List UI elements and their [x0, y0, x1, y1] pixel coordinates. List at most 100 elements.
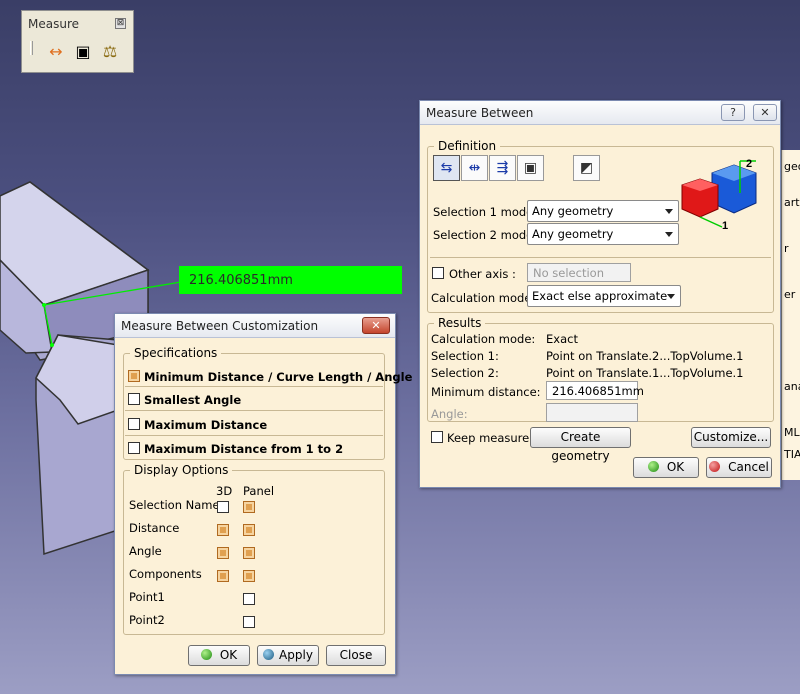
measurement-label: 216.406851mm: [179, 266, 402, 294]
toolbar-title: Measure: [28, 17, 79, 31]
option-label-angle: Angle: [129, 544, 162, 558]
cube-label-1: 1: [722, 220, 728, 232]
specifications-legend: Specifications: [134, 346, 218, 360]
measure-point-2: [50, 343, 54, 347]
ok-icon: [647, 461, 659, 472]
customization-close-button[interactable]: ✕: [362, 317, 390, 334]
option-label-selection-name: Selection Name: [129, 498, 220, 512]
measure-inertia-icon[interactable]: ⚖: [98, 40, 122, 64]
measure-point-1: [42, 303, 46, 307]
bg-fragment-7: TIA: [784, 448, 800, 461]
bg-fragment-5: ana: [784, 380, 800, 393]
other-axis-field[interactable]: No selection: [527, 263, 631, 282]
apply-icon: [263, 649, 275, 660]
spec-checkbox-max-distance-1-2[interactable]: [128, 442, 140, 454]
selection1-mode-select[interactable]: Any geometry: [527, 200, 679, 222]
min-distance-field[interactable]: 216.406851mm: [546, 381, 644, 400]
dialog-title: Measure Between: [426, 106, 534, 120]
angle-label: Angle:: [431, 407, 468, 421]
cube-label-2: 2: [746, 158, 752, 170]
option-panel-distance[interactable]: [243, 524, 255, 536]
option-label-distance: Distance: [129, 521, 180, 535]
option-3d-selection-name[interactable]: [217, 501, 229, 513]
option-panel-point2[interactable]: [243, 616, 255, 628]
spec-label-max-distance-1-2: Maximum Distance from 1 to 2: [144, 442, 344, 456]
chevron-down-icon: [665, 232, 673, 237]
measure-thickness-mode-icon[interactable]: ◩: [573, 155, 600, 181]
background-panel: geo art r er ana ML TIA: [781, 150, 800, 480]
ok-label: OK: [666, 460, 685, 474]
toolbar-grip[interactable]: [30, 41, 33, 55]
definition-legend: Definition: [438, 139, 497, 153]
selection1-mode-label: Selection 1 mode:: [433, 205, 538, 219]
min-distance-label: Minimum distance:: [431, 385, 541, 399]
selection2-mode-value: Any geometry: [532, 227, 614, 241]
chevron-down-icon: [665, 209, 673, 214]
result-sel2-label: Selection 2:: [431, 366, 499, 380]
option-3d-distance[interactable]: [217, 524, 229, 536]
spec-checkbox-smallest-angle[interactable]: [128, 393, 140, 405]
selection1-mode-value: Any geometry: [532, 204, 614, 218]
result-calc-mode-value: Exact: [546, 332, 578, 346]
chevron-down-icon: [667, 294, 675, 299]
other-axis-checkbox[interactable]: [432, 267, 444, 279]
spec-label-smallest-angle: Smallest Angle: [144, 393, 242, 407]
divider: [125, 435, 383, 436]
col-3d-header: 3D: [216, 484, 233, 498]
customization-titlebar[interactable]: Measure Between Customization ✕: [115, 314, 395, 338]
measure-between-dialog: Measure Between ? ✕ Definition ⇆ ⇹ ⇶ ▣ ◩…: [419, 100, 781, 488]
measure-fan-mode-icon[interactable]: ⇶: [489, 155, 516, 181]
help-button[interactable]: ?: [721, 104, 745, 121]
option-3d-angle[interactable]: [217, 547, 229, 559]
selection2-mode-select[interactable]: Any geometry: [527, 223, 679, 245]
apply-button[interactable]: Apply: [257, 645, 319, 666]
toolbar-close-icon[interactable]: ⊠: [115, 18, 126, 29]
option-panel-components[interactable]: [243, 570, 255, 582]
result-sel1-value: Point on Translate.2...TopVolume.1: [546, 349, 744, 363]
bg-fragment-3: r: [784, 242, 789, 255]
calc-mode-label: Calculation mode:: [431, 291, 536, 305]
spec-checkbox-max-distance[interactable]: [128, 418, 140, 430]
bg-fragment-1: geo: [784, 160, 800, 173]
cancel-button[interactable]: Cancel: [706, 457, 772, 478]
measure-between-titlebar[interactable]: Measure Between ? ✕: [420, 101, 780, 125]
bg-fragment-2: art: [784, 196, 800, 209]
col-panel-header: Panel: [243, 484, 275, 498]
customization-close-text-button[interactable]: Close: [326, 645, 386, 666]
spec-checkbox-min-distance[interactable]: [128, 370, 140, 382]
ok-button[interactable]: OK: [633, 457, 699, 478]
customize-button[interactable]: Customize...: [691, 427, 771, 448]
measure-chain-mode-icon[interactable]: ⇹: [461, 155, 488, 181]
option-label-components: Components: [129, 567, 202, 581]
close-button[interactable]: ✕: [753, 104, 777, 121]
bg-fragment-4: er: [784, 288, 796, 301]
customization-dialog: Measure Between Customization ✕ Specific…: [114, 313, 412, 675]
keep-measure-checkbox[interactable]: [431, 431, 443, 443]
measure-between-mode-icon[interactable]: ⇆: [433, 155, 460, 181]
customization-title: Measure Between Customization: [121, 319, 319, 333]
divider: [430, 257, 771, 258]
bg-fragment-6: ML: [784, 426, 800, 439]
spec-label-min-distance: Minimum Distance / Curve Length / Angle: [144, 370, 413, 384]
measure-item-mode-icon[interactable]: ▣: [517, 155, 544, 181]
spec-label-max-distance: Maximum Distance: [144, 418, 268, 432]
result-sel2-value: Point on Translate.1...TopVolume.1: [546, 366, 744, 380]
measure-item-icon[interactable]: ▣: [71, 40, 95, 64]
option-label-point2: Point2: [129, 613, 165, 627]
option-panel-point1[interactable]: [243, 593, 255, 605]
angle-field[interactable]: [546, 403, 638, 422]
result-sel1-label: Selection 1:: [431, 349, 499, 363]
calc-mode-select[interactable]: Exact else approximate: [527, 285, 681, 307]
ok-icon: [200, 649, 212, 660]
other-axis-label: Other axis :: [449, 267, 516, 281]
cancel-label: Cancel: [728, 460, 769, 474]
customization-ok-button[interactable]: OK: [188, 645, 250, 666]
option-panel-angle[interactable]: [243, 547, 255, 559]
create-geometry-button[interactable]: Create geometry: [530, 427, 631, 463]
option-3d-components[interactable]: [217, 570, 229, 582]
measure-between-icon[interactable]: ↔: [44, 40, 68, 64]
customization-ok-label: OK: [219, 648, 238, 662]
calc-mode-value: Exact else approximate: [532, 289, 668, 303]
option-panel-selection-name[interactable]: [243, 501, 255, 513]
divider: [125, 410, 383, 411]
